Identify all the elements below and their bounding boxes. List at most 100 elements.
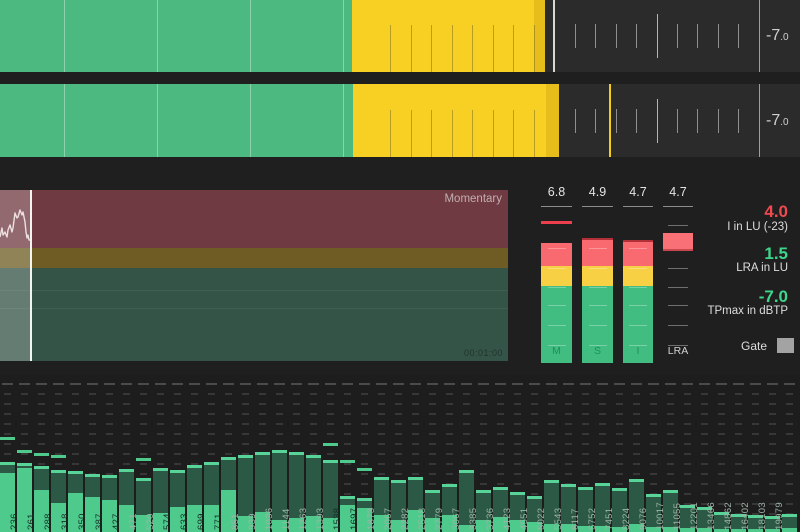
meter-scale-tick bbox=[548, 325, 566, 326]
lra-scale-dash bbox=[668, 225, 688, 226]
meter-fill-yellow bbox=[353, 84, 546, 157]
spectrum-freq-label: 8224 bbox=[621, 508, 632, 530]
meter-value-m: 6.8 bbox=[533, 185, 580, 199]
meter-fill-yellow-edge bbox=[534, 0, 545, 72]
spectrum-grid-dash bbox=[512, 383, 523, 385]
scale-end-line bbox=[759, 0, 760, 72]
loudness-bar-momentary: -7.0 bbox=[0, 0, 800, 72]
peak-hold-marker bbox=[553, 0, 555, 72]
spectrum-grid-dash bbox=[631, 383, 642, 385]
spectrum-grid-dash bbox=[580, 383, 591, 385]
spectrum-grid-dash bbox=[393, 383, 404, 385]
meter-yellow-segment bbox=[623, 266, 653, 286]
spectrum-grid-dash bbox=[529, 383, 540, 385]
spectrum-freq-label: 574 bbox=[162, 513, 173, 530]
spectrum-freq-label: 9076 bbox=[638, 508, 649, 530]
loudness-trace bbox=[0, 190, 508, 361]
scale-tick bbox=[636, 109, 637, 133]
spectrum-bar-cap bbox=[425, 490, 440, 493]
spectrum-peak-marker bbox=[51, 455, 66, 458]
spectrum-freq-label: 2282 bbox=[400, 508, 411, 530]
spectrum-freq-label: 11055 bbox=[672, 503, 683, 530]
lra-scale-dash bbox=[668, 305, 688, 306]
spectrum-grid-dash bbox=[665, 383, 676, 385]
scale-tick bbox=[595, 109, 596, 133]
spectrum-freq-label: 1393 bbox=[315, 508, 326, 530]
spectrum-grid-dash bbox=[359, 383, 370, 385]
spectrum-bar-cap bbox=[493, 487, 508, 490]
bar-scale-tick bbox=[390, 110, 391, 157]
scale-tick bbox=[657, 99, 658, 143]
spectrum-grid-dash bbox=[750, 383, 761, 385]
scale-readout: -7.0 bbox=[766, 27, 789, 45]
meter-scale-tick bbox=[629, 248, 647, 249]
scale-tick bbox=[738, 24, 739, 48]
spectrum-bar-cap bbox=[612, 488, 627, 491]
peak-hold-marker bbox=[609, 84, 611, 157]
spectrum-freq-label: 18103 bbox=[757, 502, 768, 530]
bar-scale-tick bbox=[534, 110, 535, 157]
spectrum-bar-cap bbox=[238, 455, 253, 458]
spectrum-freq-label: 3385 bbox=[468, 508, 479, 530]
stat-tpmax-value: -7.0 bbox=[759, 287, 788, 307]
scale-tick bbox=[636, 24, 637, 48]
meter-yellow-segment bbox=[541, 266, 572, 286]
bar-scale-tick bbox=[472, 25, 473, 72]
spectrum-grid-dash bbox=[478, 383, 489, 385]
bar-scale-tick bbox=[452, 25, 453, 72]
spectrum-peak-marker bbox=[357, 468, 372, 471]
meter-label-s: S bbox=[582, 345, 613, 357]
loudness-bar-shortterm: -7.0 bbox=[0, 84, 800, 157]
spectrum-freq-label: 387 bbox=[94, 513, 105, 530]
spectrum-bar-cap bbox=[272, 450, 287, 453]
spectrum-bar-cap bbox=[357, 498, 372, 501]
stat-lra-unit: LRA in LU bbox=[736, 262, 788, 274]
spectrum-peak-marker bbox=[34, 453, 49, 456]
bar-scale-tick bbox=[431, 25, 432, 72]
spectrum-peak-marker bbox=[323, 443, 338, 446]
spectrum-bar-cap bbox=[289, 452, 304, 455]
spectrum-grid-dash bbox=[257, 383, 268, 385]
scale-end-line bbox=[759, 84, 760, 157]
spectrum-freq-label: 1873 bbox=[366, 508, 377, 530]
spectrum-bar-cap bbox=[204, 462, 219, 465]
playhead-cursor[interactable] bbox=[30, 190, 32, 361]
loudness-history-graph: Momentary 00:01:00 bbox=[0, 190, 508, 361]
spectrum-grid-dash bbox=[121, 383, 132, 385]
lra-scale-dash bbox=[668, 268, 688, 269]
spectrum-grid-dash bbox=[36, 383, 47, 385]
spectrum-bar-cap bbox=[51, 470, 66, 473]
bar-scale-tick bbox=[493, 25, 494, 72]
meter-label-lra: LRA bbox=[663, 345, 693, 357]
spectrum-bar-cap bbox=[459, 470, 474, 473]
scale-tick bbox=[697, 109, 698, 133]
meter-scale-tick bbox=[589, 305, 607, 306]
spectrum-freq-label: 427 bbox=[111, 513, 122, 530]
spectrum-freq-label: 471 bbox=[128, 513, 139, 530]
scale-tick bbox=[657, 14, 658, 58]
spectrum-bar-cap bbox=[306, 455, 321, 458]
meter-scale-tick bbox=[589, 268, 607, 269]
spectrum-freq-label: 214 bbox=[0, 513, 3, 530]
graph-mode-label[interactable]: Momentary bbox=[444, 193, 502, 205]
bar-scale-tick bbox=[343, 84, 344, 157]
spectrum-freq-label: 5022 bbox=[536, 508, 547, 530]
meter-red-segment bbox=[623, 242, 653, 266]
spectrum-grid-dash bbox=[733, 383, 744, 385]
lra-scale-dash bbox=[668, 325, 688, 326]
bar-scale-tick bbox=[534, 25, 535, 72]
spectrum-freq-label: 939 bbox=[247, 513, 258, 530]
spectrum-bar-cap bbox=[374, 477, 389, 480]
meter-scale-tick bbox=[629, 305, 647, 306]
spectrum-peak-marker bbox=[340, 460, 355, 463]
bar-scale-tick bbox=[411, 25, 412, 72]
spectrum-bar-cap bbox=[187, 465, 202, 468]
meter-scale-tick bbox=[589, 325, 607, 326]
bar-scale-tick bbox=[157, 0, 158, 72]
meter-scale-tick bbox=[548, 248, 566, 249]
scale-tick bbox=[697, 24, 698, 48]
gate-checkbox[interactable] bbox=[777, 338, 794, 353]
scale-tick bbox=[595, 24, 596, 48]
meter-scale-tick bbox=[629, 268, 647, 269]
spectrum-grid-dash bbox=[716, 383, 727, 385]
